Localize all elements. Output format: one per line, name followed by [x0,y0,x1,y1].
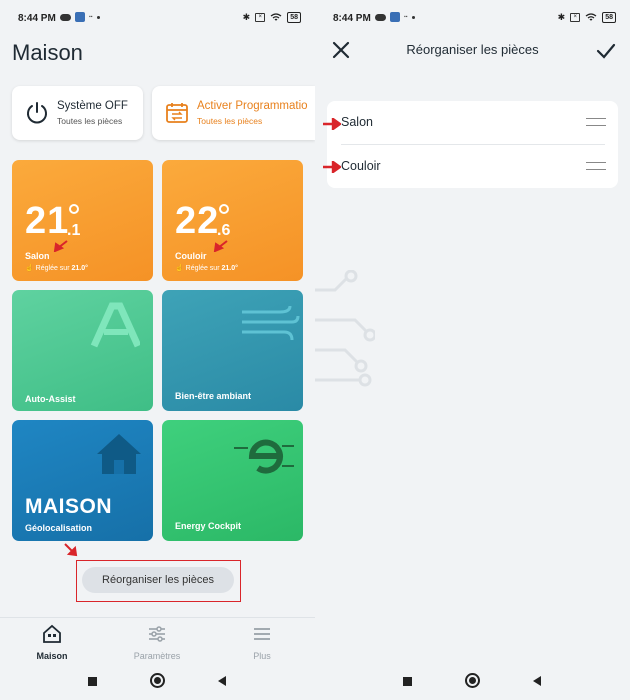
degree-icon [219,204,229,214]
room-temperature: 22 [175,200,220,242]
sim-icon: × [570,13,581,22]
ambient-wellbeing-tile[interactable]: Bien-être ambiant [162,290,303,411]
room-temperature-decimal: .6 [217,222,231,239]
sim-icon: × [255,13,266,22]
room-setpoint: ☝ Réglée sur 21.0° [175,265,238,272]
status-bar: 8:44 PM ▪▪ ✱ × 58 [315,0,630,36]
red-arrow-icon [53,240,68,252]
room-temperature-decimal: .1 [67,222,81,239]
system-nav-bar [315,663,630,700]
list-item[interactable]: Couloir [327,145,618,188]
dot-icon [411,15,415,19]
back-button[interactable] [533,676,541,686]
house-icon [97,434,141,474]
red-arrow-icon [323,118,341,130]
status-time: 8:44 PM [18,13,56,24]
page-title: Réorganiser les pièces [406,42,539,57]
power-icon [27,102,47,124]
system-nav-bar [0,663,315,700]
sliders-icon [149,626,165,642]
geolocation-tile[interactable]: MAISON Géolocalisation [12,420,153,541]
cloud-icon [375,13,386,21]
mode-subtitle: Toutes les pièces [197,116,263,126]
status-bar: 8:44 PM ▪▪ ✱ × 58 [0,0,315,36]
notification-icon: ▪▪ [404,14,408,20]
home-icon [43,624,61,643]
reorganize-rooms-button[interactable]: Réorganiser les pièces [82,567,234,593]
watermark-icon [315,270,375,387]
mode-subtitle: Toutes les pièces [57,116,123,126]
battery-indicator: 58 [287,12,301,23]
system-off-card[interactable]: Système OFF Toutes les pièces [12,86,143,140]
feature-name: Auto-Assist [25,394,76,404]
wifi-icon [585,13,597,21]
battery-indicator: 58 [602,12,616,23]
nav-label: Maison [36,651,68,661]
feature-name: Géolocalisation [25,523,93,533]
wifi-icon [270,13,282,21]
nav-item-plus[interactable]: Plus [222,624,302,661]
red-arrow-icon [213,240,228,252]
hand-icon: ☝ [25,265,34,272]
room-tile-couloir[interactable]: 22 .6 Couloir ☝ Réglée sur 21.0° [162,160,303,281]
wind-icon [242,305,300,341]
home-screen: 8:44 PM ▪▪ ✱ × 58 Maison Système OFF Tou… [0,0,315,700]
nav-item-maison[interactable]: Maison [12,624,92,661]
activate-schedule-card[interactable]: Activer Programmatio Toutes les pièces [152,86,315,140]
list-item[interactable]: Salon [327,101,618,144]
bluetooth-icon: ✱ [557,12,566,22]
red-arrow-icon [323,161,341,173]
energy-cockpit-tile[interactable]: Energy Cockpit [162,420,303,541]
calendar-icon [166,103,188,123]
room-name: Salon [341,115,373,129]
energy-icon [234,439,294,474]
home-button[interactable] [150,673,165,688]
feature-name: Energy Cockpit [175,521,242,531]
nav-label: Paramètres [133,651,181,661]
nav-label: Plus [253,651,271,661]
reorganize-screen: 8:44 PM ▪▪ ✱ × 58 Réorganiser les pièces… [315,0,630,700]
page-title: Maison [12,40,83,65]
bluetooth-icon: ✱ [242,12,251,22]
app-icon [75,12,85,22]
nav-item-parametres[interactable]: Paramètres [117,624,197,661]
home-button[interactable] [465,673,480,688]
check-icon[interactable] [596,42,616,60]
drag-handle-icon[interactable] [586,162,606,170]
dot-icon [96,15,100,19]
geolocation-status: MAISON [25,495,112,518]
cloud-icon [60,13,71,21]
mode-title: Système OFF [57,100,128,112]
room-order-list: Salon Couloir [327,101,618,188]
app-icon [390,12,400,22]
recents-button[interactable] [403,677,412,686]
recents-button[interactable] [88,677,97,686]
feature-name: Bien-être ambiant [175,391,252,401]
auto-assist-icon [90,302,140,348]
room-tile-salon[interactable]: 21 .1 Salon ☝ Réglée sur 21.0° [12,160,153,281]
auto-assist-tile[interactable]: Auto-Assist [12,290,153,411]
drag-handle-icon[interactable] [586,118,606,126]
room-temperature: 21 [25,200,70,242]
mode-title: Activer Programmatio [197,100,308,112]
hand-icon: ☝ [175,265,184,272]
menu-icon [254,628,270,640]
room-name: Couloir [175,251,207,261]
room-setpoint: ☝ Réglée sur 21.0° [25,265,88,272]
status-time: 8:44 PM [333,13,371,24]
bottom-nav: Maison Paramètres Plus [0,617,315,663]
degree-icon [69,204,79,214]
notification-icon: ▪▪ [89,14,93,20]
red-arrow-icon [64,543,78,557]
room-name: Salon [25,251,50,261]
room-name: Couloir [341,159,381,173]
back-button[interactable] [218,676,226,686]
